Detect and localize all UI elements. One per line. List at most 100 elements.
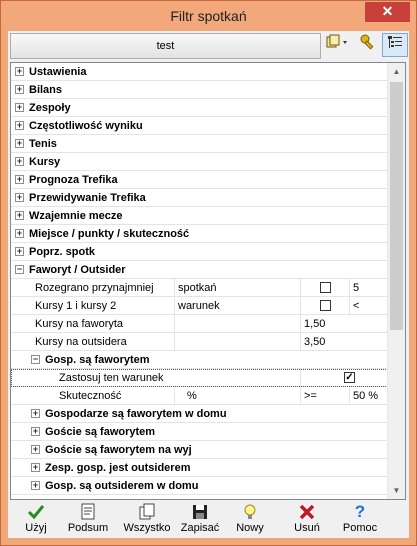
- scrollbar-thumb[interactable]: [390, 82, 403, 330]
- tree-group[interactable]: − Gosp. są faworytem: [11, 351, 388, 369]
- expand-toggle-icon[interactable]: −: [15, 265, 24, 274]
- expand-toggle-icon[interactable]: +: [33, 499, 38, 500]
- window-title: Filtr spotkań: [170, 8, 247, 24]
- condition-checkbox[interactable]: [320, 282, 331, 293]
- category-label: Tenis: [29, 138, 57, 150]
- expand-toggle-icon[interactable]: +: [15, 247, 24, 256]
- close-button[interactable]: ✕: [365, 2, 410, 22]
- property-label: Kursy 1 i kursy 2: [35, 300, 117, 312]
- expand-toggle-icon[interactable]: +: [15, 211, 24, 220]
- new-button[interactable]: Nowy: [222, 503, 278, 537]
- save-label: Zapisać: [180, 522, 220, 534]
- property-checkbox-cell[interactable]: [300, 279, 349, 296]
- scroll-up-icon[interactable]: ▲: [388, 63, 405, 80]
- expand-toggle-icon[interactable]: +: [15, 175, 24, 184]
- expand-toggle-icon[interactable]: +: [31, 409, 40, 418]
- expand-toggle-icon[interactable]: +: [15, 103, 24, 112]
- category-label: Zespoły: [29, 102, 71, 114]
- tree-group[interactable]: + Zesp. gosp. jest outsiderem: [11, 459, 388, 477]
- vertical-scrollbar[interactable]: ▲ ▼: [387, 63, 405, 499]
- group-label: Goście są faworytem: [45, 426, 156, 438]
- expand-toggle-icon[interactable]: +: [31, 427, 40, 436]
- tree-category[interactable]: + Wzajemnie mecze: [11, 207, 388, 225]
- summary-label: Podsum: [67, 522, 109, 534]
- tree-group[interactable]: + Goście są faworytem: [11, 423, 388, 441]
- property-unit: %: [174, 387, 300, 404]
- property-unit: warunek: [174, 297, 300, 314]
- expand-toggle-icon[interactable]: +: [15, 67, 24, 76]
- property-label: Rozegrano przynajmniej: [35, 282, 154, 294]
- property-value[interactable]: 5: [349, 279, 388, 296]
- property-checkbox-cell[interactable]: ✓: [300, 369, 388, 386]
- expand-toggle-icon[interactable]: +: [15, 121, 24, 130]
- group-label: Gosp. są faworytem: [45, 354, 150, 366]
- category-label: Kursy: [29, 156, 61, 168]
- property-operator[interactable]: >=: [300, 387, 349, 404]
- tree-category[interactable]: + Zespoły: [11, 99, 388, 117]
- help-button[interactable]: ? Pomoc: [332, 503, 388, 537]
- tree-group[interactable]: + Gosp. są outsiderem w domu: [11, 477, 388, 495]
- expand-toggle-icon[interactable]: +: [15, 157, 24, 166]
- tree-category[interactable]: + Prognoza Trefika: [11, 171, 388, 189]
- expand-toggle-icon[interactable]: +: [31, 445, 40, 454]
- help-label: Pomoc: [342, 522, 378, 534]
- property-row[interactable]: Kursy na faworyta 1,50: [11, 315, 388, 333]
- tree-category[interactable]: + Przewidywanie Trefika: [11, 189, 388, 207]
- copy-icon: [116, 503, 178, 521]
- tree-category[interactable]: + Tenis: [11, 135, 388, 153]
- all-button[interactable]: Wszystko: [116, 503, 178, 537]
- tree-view-icon[interactable]: [382, 33, 408, 57]
- property-value[interactable]: 1,50: [300, 315, 388, 332]
- filter-tree[interactable]: + Ustawienia + Bilans + Zespoły + Często…: [10, 62, 406, 500]
- category-label: Przewidywanie Trefika: [29, 192, 146, 204]
- expand-toggle-icon[interactable]: +: [31, 481, 40, 490]
- delete-button[interactable]: Usuń: [279, 503, 335, 537]
- tree-category[interactable]: + Bilans: [11, 81, 388, 99]
- expand-toggle-icon[interactable]: +: [31, 463, 40, 472]
- group-label: Gosp. są outsiderem w domu: [45, 480, 199, 492]
- tree-group-partial[interactable]: +: [11, 495, 388, 500]
- tree-category[interactable]: + Częstotliwość wyniku: [11, 117, 388, 135]
- property-row[interactable]: Rozegrano przynajmniej spotkań 5: [11, 279, 388, 297]
- profile-button[interactable]: test: [10, 33, 321, 59]
- property-value[interactable]: 50 %: [349, 387, 388, 404]
- property-checkbox-cell[interactable]: [300, 297, 349, 314]
- category-label: Bilans: [29, 84, 63, 96]
- new-label: Nowy: [236, 522, 264, 534]
- title-bar[interactable]: Filtr spotkań ✕: [1, 1, 416, 31]
- property-value[interactable]: <: [349, 297, 388, 314]
- category-label: Częstotliwość wyniku: [29, 120, 143, 132]
- category-label: Miejsce / punkty / skuteczność: [29, 228, 190, 240]
- copy-dropdown-icon[interactable]: [324, 33, 352, 57]
- collapse-toggle-icon[interactable]: −: [31, 355, 40, 364]
- property-row[interactable]: Zastosuj ten warunek ✓: [11, 369, 388, 387]
- property-label: Skuteczność: [59, 390, 122, 402]
- scroll-down-icon[interactable]: ▼: [388, 482, 405, 499]
- category-label: Wzajemnie mecze: [29, 210, 123, 222]
- property-row[interactable]: Kursy 1 i kursy 2 warunek <: [11, 297, 388, 315]
- property-row[interactable]: Skuteczność % >= 50 %: [11, 387, 388, 405]
- expand-toggle-icon[interactable]: +: [15, 193, 24, 202]
- tree-category[interactable]: + Poprz. spotk: [11, 243, 388, 261]
- save-button[interactable]: Zapisać: [172, 503, 228, 537]
- summary-button[interactable]: Podsum: [60, 503, 116, 537]
- help-icon: ?: [354, 502, 366, 521]
- property-row[interactable]: Kursy na outsidera 3,50: [11, 333, 388, 351]
- group-label: Zesp. gosp. jest outsiderem: [45, 462, 191, 474]
- expand-toggle-icon[interactable]: +: [15, 139, 24, 148]
- tree-group[interactable]: + Goście są faworytem na wyj: [11, 441, 388, 459]
- tree-group[interactable]: + Gospodarze są faworytem w domu: [11, 405, 388, 423]
- condition-checkbox[interactable]: [320, 300, 331, 311]
- apply-condition-checkbox[interactable]: ✓: [344, 372, 355, 383]
- key-icon[interactable]: [355, 33, 381, 57]
- property-value[interactable]: 3,50: [300, 333, 388, 350]
- tree-category[interactable]: + Ustawienia: [11, 63, 388, 81]
- expand-toggle-icon[interactable]: +: [15, 229, 24, 238]
- expand-toggle-icon[interactable]: +: [15, 85, 24, 94]
- apply-button[interactable]: Użyj: [8, 503, 64, 537]
- tree-category[interactable]: + Kursy: [11, 153, 388, 171]
- tree-category[interactable]: − Faworyt / Outsider: [11, 261, 388, 279]
- tree-category[interactable]: + Miejsce / punkty / skuteczność: [11, 225, 388, 243]
- category-label: Poprz. spotk: [29, 246, 96, 258]
- bottom-toolbar: Użyj Podsum Wszystko Zapisać Nowy Usuń ?…: [8, 501, 409, 538]
